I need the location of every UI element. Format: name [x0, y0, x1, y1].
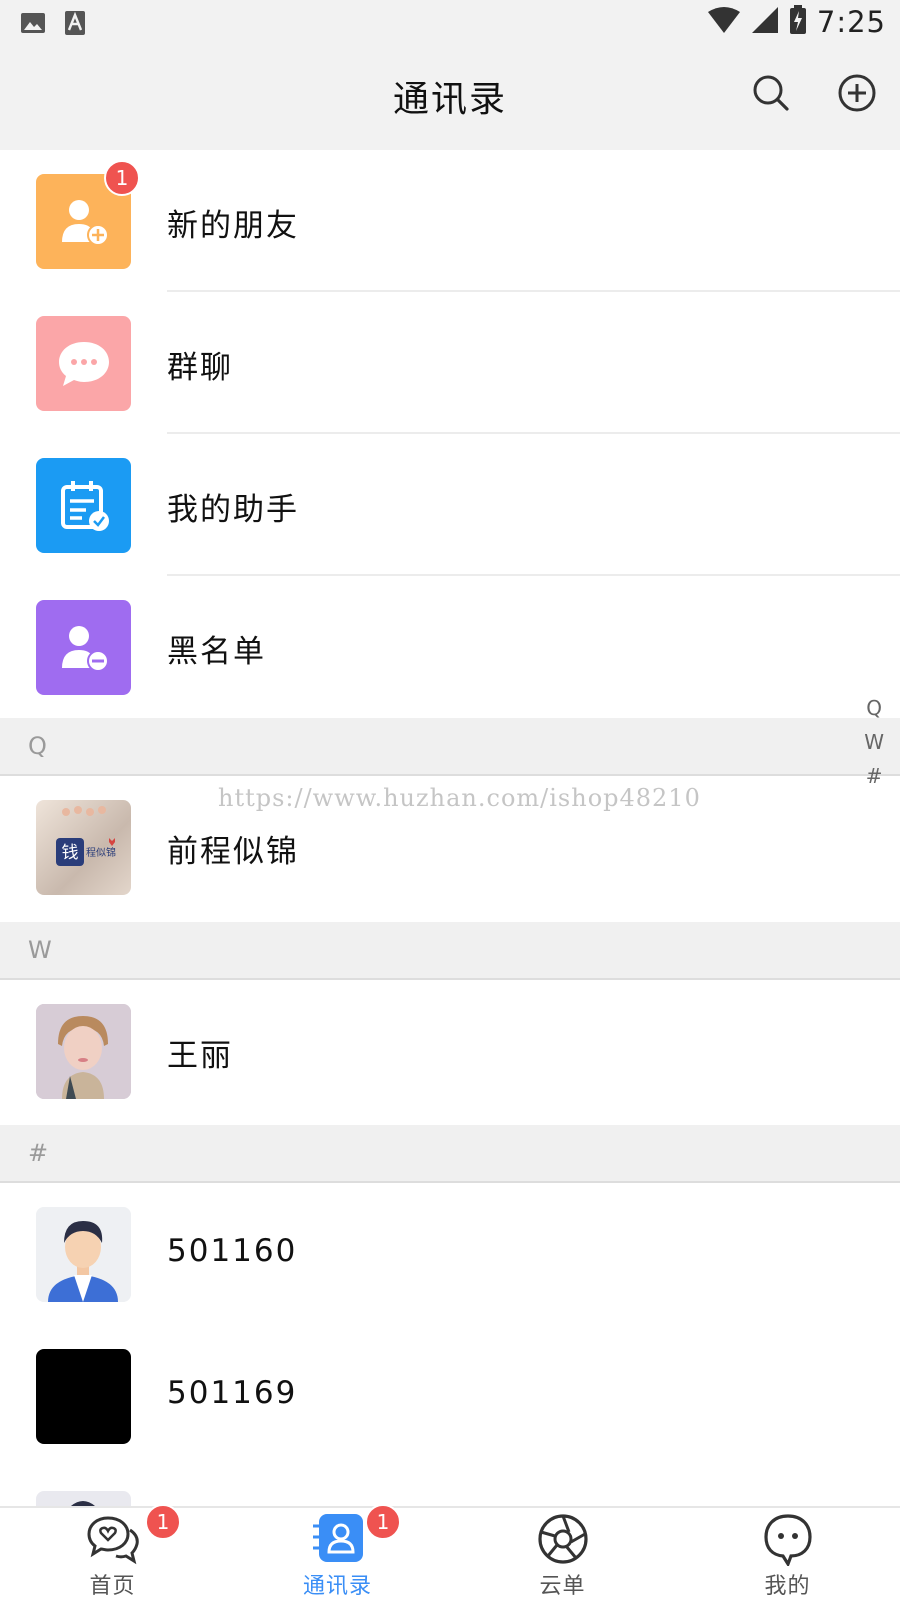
- plus-circle-icon: [837, 73, 877, 117]
- tab-mine-label: 我的: [764, 1574, 811, 1599]
- font-notification-icon: [64, 10, 86, 40]
- menu-item-blacklist[interactable]: 黑名单: [0, 576, 900, 718]
- tab-home[interactable]: 1 首页: [0, 1504, 225, 1602]
- tab-contacts[interactable]: 1 通讯录: [225, 1504, 450, 1602]
- navigation-bar: 通讯录: [0, 46, 900, 150]
- search-icon: [751, 73, 791, 117]
- contact-row[interactable]: [0, 1467, 900, 1506]
- tab-contacts-label: 通讯录: [302, 1574, 372, 1599]
- contact-row[interactable]: 501160: [0, 1183, 900, 1325]
- alphabet-index-bar[interactable]: Q W #: [864, 692, 884, 792]
- section-letter: Q: [28, 732, 47, 760]
- menu-item-label: 群聊: [167, 350, 233, 386]
- avatar-logo-subtext: 程似锦: [86, 846, 116, 859]
- contact-name: 王丽: [167, 1038, 233, 1074]
- menu-item-my-assistant[interactable]: 我的助手: [0, 434, 900, 576]
- contact-name: 501160: [167, 1233, 298, 1269]
- menu-item-new-friends[interactable]: 1 新的朋友: [0, 150, 900, 292]
- avatar: [36, 1349, 131, 1444]
- search-button[interactable]: [750, 74, 792, 116]
- ghost-chat-icon: [761, 1512, 815, 1566]
- avatar: [36, 1491, 131, 1506]
- avatar: [36, 1004, 131, 1099]
- menu-item-label: 我的助手: [167, 492, 299, 528]
- avatar-logo-text: 钱: [62, 843, 79, 863]
- chat-bubble-icon: [36, 316, 131, 411]
- section-header-q: Q: [0, 718, 900, 776]
- index-item-q[interactable]: Q: [866, 692, 882, 724]
- contacts-icon: [311, 1512, 365, 1566]
- tab-home-label: 首页: [89, 1574, 136, 1599]
- heart-chat-icon: [86, 1512, 140, 1566]
- remove-user-icon: [36, 600, 131, 695]
- wifi-icon: [707, 6, 741, 38]
- status-time: 7:25: [816, 5, 886, 39]
- menu-item-label: 黑名单: [167, 634, 266, 670]
- add-button[interactable]: [836, 74, 878, 116]
- tab-cloud-order[interactable]: 云单: [450, 1508, 675, 1602]
- signal-icon: [751, 6, 779, 38]
- battery-icon: [789, 5, 807, 39]
- tab-cloud-order-label: 云单: [539, 1574, 586, 1599]
- section-letter: W: [28, 936, 52, 964]
- calendar-check-icon: [36, 458, 131, 553]
- contact-name: 前程似锦: [167, 834, 299, 870]
- section-header-hash: #: [0, 1125, 900, 1183]
- index-item-w[interactable]: W: [864, 726, 884, 758]
- tab-contacts-badge: 1: [365, 1504, 401, 1540]
- status-bar: 7:25: [0, 0, 900, 46]
- avatar: [36, 1207, 131, 1302]
- tab-home-badge: 1: [145, 1504, 181, 1540]
- section-letter: #: [28, 1139, 49, 1167]
- section-header-w: W: [0, 922, 900, 980]
- bottom-tab-bar: 1 首页 1 通讯录 云单 我的: [0, 1504, 900, 1602]
- avatar: 钱 程似锦: [36, 800, 131, 895]
- image-notification-icon: [20, 10, 46, 40]
- aperture-icon: [536, 1512, 590, 1566]
- contact-name: 501169: [167, 1375, 298, 1411]
- contact-row[interactable]: 王丽: [0, 980, 900, 1122]
- menu-item-label: 新的朋友: [167, 208, 299, 244]
- watermark-text: https://www.huzhan.com/ishop48210: [218, 784, 701, 812]
- tab-mine[interactable]: 我的: [675, 1508, 900, 1602]
- new-friends-badge: 1: [104, 160, 140, 196]
- index-item-hash[interactable]: #: [866, 760, 883, 792]
- menu-item-group-chat[interactable]: 群聊: [0, 292, 900, 434]
- contact-row[interactable]: 501169: [0, 1325, 900, 1467]
